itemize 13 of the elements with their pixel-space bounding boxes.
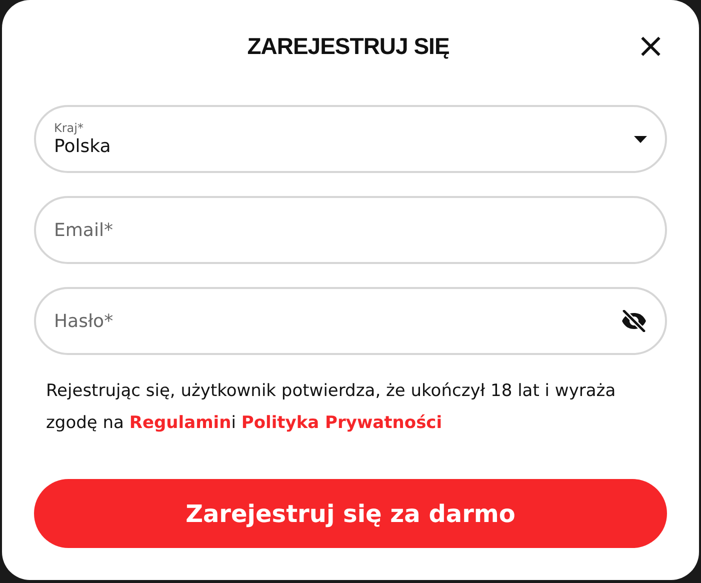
email-field[interactable]: Email* — [34, 196, 667, 264]
consent-link[interactable]: Polityka Prywatności — [241, 413, 442, 433]
select-value: Polska — [54, 135, 112, 159]
consent-text: Rejestrując się, użytkownik potwierdza, że ukończył 18 lat i wyraża zgodę na Regulamini Polityka Prywatności — [45, 380, 617, 435]
eye-off-icon[interactable] — [621, 310, 647, 332]
caret-icon — [634, 136, 647, 142]
country-select[interactable]: Kraj* Polska — [34, 105, 667, 173]
password-field[interactable]: Hasło* — [34, 287, 667, 355]
field-label: Kraj* — [54, 121, 84, 135]
close-button[interactable]: × — [632, 29, 669, 63]
dialog-title: ZAREJESTRUJ SIĘ — [247, 32, 450, 60]
register-button[interactable]: Zarejestruj się za darmo — [34, 479, 667, 548]
consent-link[interactable]: Regulamin — [129, 413, 232, 433]
